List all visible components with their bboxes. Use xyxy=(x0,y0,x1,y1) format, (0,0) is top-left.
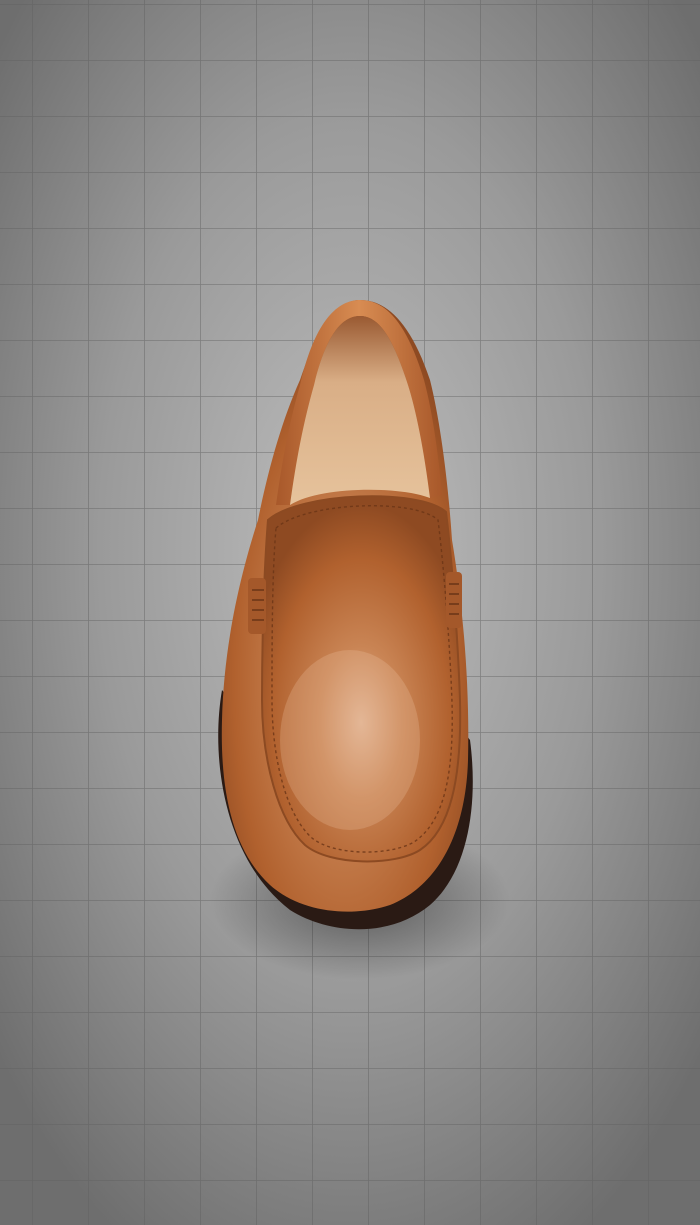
product-photo-canvas xyxy=(0,0,700,1225)
left-keeper-tab xyxy=(248,578,266,634)
toe-highlight xyxy=(280,650,420,830)
product-photo xyxy=(0,0,700,1225)
right-keeper-tab xyxy=(446,572,462,628)
